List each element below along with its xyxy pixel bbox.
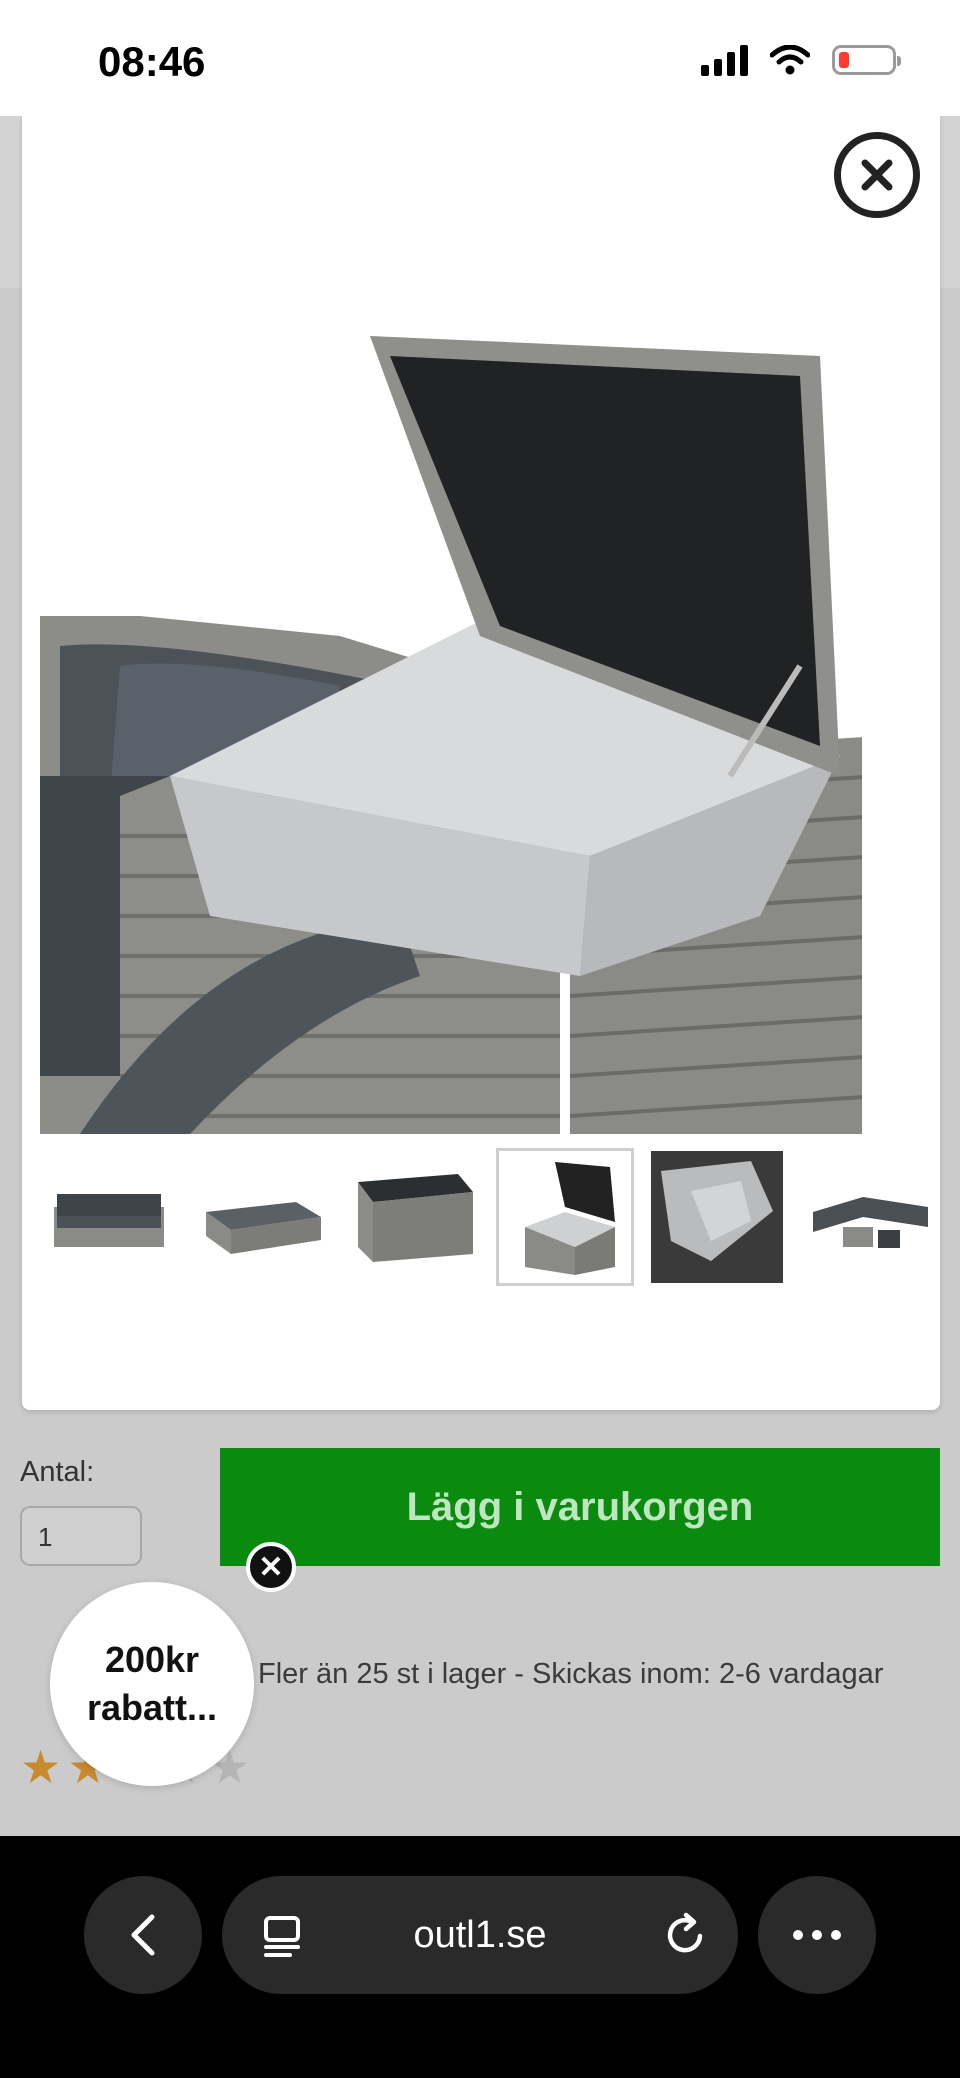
thumbnail-strip bbox=[40, 1142, 940, 1292]
image-gallery-modal bbox=[22, 116, 940, 1410]
coupon-close-icon[interactable]: ✕ bbox=[246, 1542, 296, 1592]
battery-icon bbox=[832, 45, 901, 75]
thumbnail-table[interactable] bbox=[192, 1148, 330, 1286]
thumbnail-liner[interactable] bbox=[648, 1148, 786, 1286]
close-icon[interactable] bbox=[834, 132, 920, 218]
quantity-label: Antal: bbox=[20, 1456, 95, 1488]
thumbnail-storage-box[interactable] bbox=[496, 1148, 634, 1286]
discount-coupon-bubble[interactable]: 200kr rabatt... bbox=[50, 1582, 254, 1786]
url-text: outl1.se bbox=[413, 1913, 547, 1956]
chevron-left-icon bbox=[131, 1914, 155, 1956]
product-main-image bbox=[40, 216, 862, 1134]
coupon-amount: 200kr bbox=[104, 1639, 200, 1680]
coupon-text: rabatt... bbox=[86, 1687, 218, 1728]
stock-status: Fler än 25 st i lager - Skickas inom: 2-… bbox=[258, 1658, 884, 1690]
thumbnail-ottoman[interactable] bbox=[344, 1148, 482, 1286]
cellular-signal-icon bbox=[701, 44, 748, 76]
status-bar: 08:46 bbox=[0, 0, 960, 116]
star-icon: ★ bbox=[20, 1741, 62, 1793]
wifi-icon bbox=[770, 45, 810, 75]
address-bar[interactable]: outl1.se bbox=[222, 1876, 738, 1994]
quantity-input[interactable]: 1 bbox=[20, 1506, 142, 1566]
reload-icon[interactable] bbox=[664, 1912, 708, 1958]
add-to-cart-button[interactable]: Lägg i varukorgen bbox=[220, 1448, 940, 1566]
thumbnail-set[interactable] bbox=[800, 1148, 938, 1286]
more-options-button[interactable] bbox=[758, 1876, 876, 1994]
status-icons bbox=[701, 44, 901, 76]
thumbnail-sofa[interactable] bbox=[40, 1148, 178, 1286]
status-time: 08:46 bbox=[98, 38, 206, 85]
browser-toolbar: outl1.se bbox=[0, 1836, 960, 2078]
back-button[interactable] bbox=[84, 1876, 202, 1994]
